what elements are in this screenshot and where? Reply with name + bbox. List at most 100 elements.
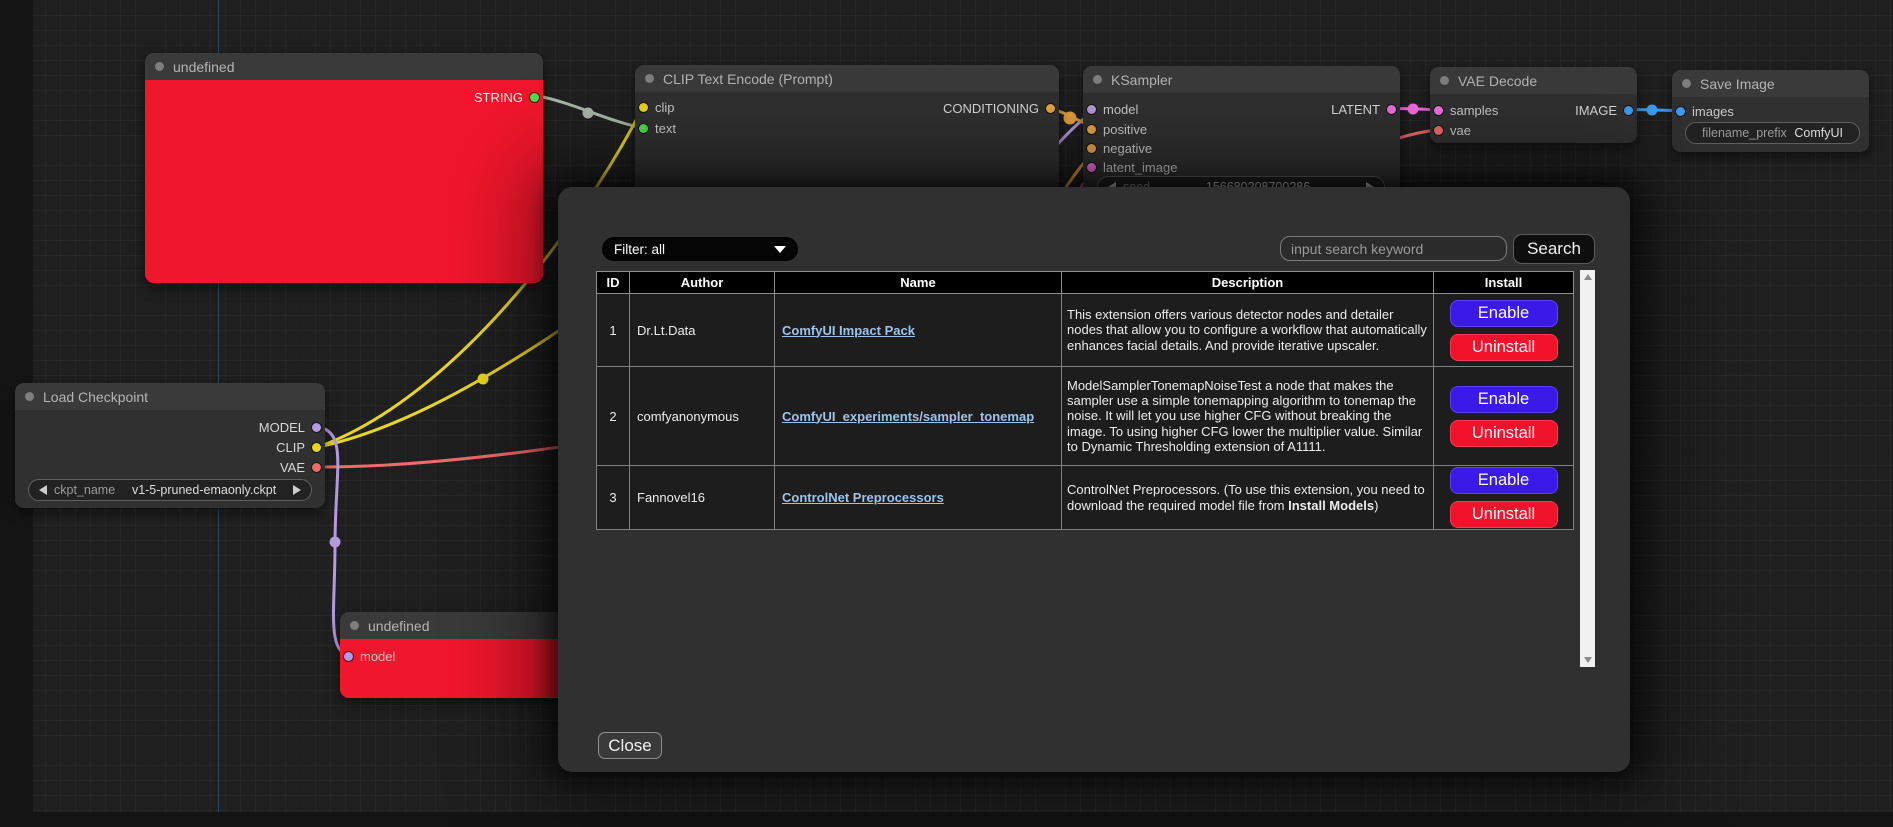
input-port-text[interactable]: text: [639, 121, 676, 135]
collapse-dot-icon[interactable]: [1682, 79, 1691, 88]
output-port-image[interactable]: IMAGE: [1575, 103, 1633, 117]
port-label: CONDITIONING: [943, 101, 1039, 116]
port-label: STRING: [474, 90, 523, 105]
input-port-model[interactable]: model: [1087, 102, 1138, 116]
output-port-latent[interactable]: LATENT: [1331, 102, 1396, 116]
latent-port-dot-icon[interactable]: [1087, 163, 1096, 172]
column-header-install: Install: [1434, 272, 1574, 294]
output-port-clip[interactable]: CLIP: [276, 440, 321, 454]
node-title: Save Image: [1700, 76, 1775, 92]
port-label: samples: [1450, 103, 1498, 118]
column-header-description: Description: [1062, 272, 1434, 294]
increment-arrow-icon[interactable]: [293, 485, 301, 495]
input-port-negative[interactable]: negative: [1087, 141, 1152, 155]
search-button[interactable]: Search: [1513, 234, 1595, 264]
filter-select-value: Filter: all: [614, 242, 665, 257]
node-vae-decode[interactable]: VAE Decode samples vae IMAGE: [1430, 67, 1637, 143]
port-label: positive: [1103, 122, 1147, 137]
latent-port-dot-icon[interactable]: [1434, 106, 1443, 115]
node-title-bar[interactable]: VAE Decode: [1430, 67, 1637, 94]
extension-table: IDAuthorNameDescriptionInstall 1Dr.Lt.Da…: [596, 271, 1574, 530]
string-port-dot-icon[interactable]: [530, 93, 539, 102]
enable-button[interactable]: Enable: [1450, 300, 1558, 327]
filename-prefix-widget[interactable]: filename_prefix ComfyUI: [1685, 122, 1860, 144]
scroll-up-arrow-icon[interactable]: [1584, 274, 1592, 280]
input-port-clip[interactable]: clip: [639, 100, 675, 114]
uninstall-button[interactable]: Uninstall: [1450, 501, 1558, 528]
model-port-dot-icon[interactable]: [312, 423, 321, 432]
port-label: IMAGE: [1575, 103, 1617, 118]
column-header-author: Author: [630, 272, 775, 294]
input-port-positive[interactable]: positive: [1087, 122, 1147, 136]
output-port-string[interactable]: STRING: [474, 90, 539, 104]
uninstall-button[interactable]: Uninstall: [1450, 334, 1558, 361]
scroll-down-arrow-icon[interactable]: [1584, 657, 1592, 663]
cell-author: Fannovel16: [630, 466, 775, 530]
ckpt-name-widget[interactable]: ckpt_name v1-5-pruned-emaonly.ckpt: [28, 479, 312, 501]
widget-value[interactable]: v1-5-pruned-emaonly.ckpt: [132, 483, 276, 497]
enable-button[interactable]: Enable: [1450, 386, 1558, 413]
collapse-dot-icon[interactable]: [645, 74, 654, 83]
table-scrollbar[interactable]: [1580, 270, 1595, 667]
input-port-samples[interactable]: samples: [1434, 103, 1498, 117]
extension-link[interactable]: ControlNet Preprocessors: [782, 490, 944, 505]
clip-port-dot-icon[interactable]: [639, 103, 648, 112]
collapse-dot-icon[interactable]: [1440, 76, 1449, 85]
node-body: samples vae IMAGE: [1430, 94, 1637, 143]
search-input[interactable]: [1280, 236, 1507, 261]
latent-port-dot-icon[interactable]: [1387, 105, 1396, 114]
node-title-bar[interactable]: CLIP Text Encode (Prompt): [635, 65, 1059, 92]
filter-select[interactable]: Filter: all: [602, 237, 798, 261]
cell-id: 2: [597, 367, 630, 466]
conditioning-port-dot-icon[interactable]: [1087, 144, 1096, 153]
output-port-model[interactable]: MODEL: [259, 420, 321, 434]
vae-port-dot-icon[interactable]: [312, 463, 321, 472]
cell-name: ComfyUI_experiments/sampler_tonemap: [775, 367, 1062, 466]
uninstall-button[interactable]: Uninstall: [1450, 420, 1558, 447]
input-port-latent-image[interactable]: latent_image: [1087, 160, 1177, 174]
extension-link[interactable]: ComfyUI Impact Pack: [782, 323, 915, 338]
description-text: ModelSamplerTonemapNoiseTest a node that…: [1067, 378, 1422, 454]
extension-link[interactable]: ComfyUI_experiments/sampler_tonemap: [782, 409, 1034, 424]
model-port-dot-icon[interactable]: [344, 652, 353, 661]
node-title-bar[interactable]: KSampler: [1083, 66, 1400, 93]
input-port-model[interactable]: model: [344, 649, 395, 663]
widget-label: filename_prefix: [1702, 126, 1787, 140]
widget-label: ckpt_name: [54, 483, 115, 497]
node-body: MODEL CLIP VAE ckpt_name v1-5-pruned-ema…: [15, 410, 325, 508]
clip-port-dot-icon[interactable]: [312, 443, 321, 452]
node-body: STRING: [145, 80, 543, 283]
conditioning-port-dot-icon[interactable]: [1087, 125, 1096, 134]
port-label: MODEL: [259, 420, 305, 435]
input-port-images[interactable]: images: [1676, 104, 1734, 118]
port-label: images: [1692, 104, 1734, 119]
conditioning-port-dot-icon[interactable]: [1046, 104, 1055, 113]
cell-install: Enable Uninstall: [1434, 367, 1574, 466]
cell-author: Dr.Lt.Data: [630, 294, 775, 367]
collapse-dot-icon[interactable]: [1093, 75, 1102, 84]
widget-value[interactable]: ComfyUI: [1794, 126, 1843, 140]
output-port-vae[interactable]: VAE: [280, 460, 321, 474]
collapse-dot-icon[interactable]: [25, 392, 34, 401]
extension-table-header: IDAuthorNameDescriptionInstall: [597, 272, 1574, 294]
node-save-image[interactable]: Save Image images filename_prefix ComfyU…: [1672, 70, 1869, 152]
output-port-conditioning[interactable]: CONDITIONING: [943, 101, 1055, 115]
port-label: model: [1103, 102, 1138, 117]
node-undefined-top[interactable]: undefined STRING: [145, 53, 543, 283]
model-port-dot-icon[interactable]: [1087, 105, 1096, 114]
string-port-dot-icon[interactable]: [639, 124, 648, 133]
enable-button[interactable]: Enable: [1450, 467, 1558, 494]
node-title-bar[interactable]: Load Checkpoint: [15, 383, 325, 410]
collapse-dot-icon[interactable]: [155, 62, 164, 71]
close-button[interactable]: Close: [598, 732, 662, 759]
description-text: Install Models: [1288, 498, 1374, 513]
vae-port-dot-icon[interactable]: [1434, 126, 1443, 135]
image-port-dot-icon[interactable]: [1624, 106, 1633, 115]
node-load-checkpoint[interactable]: Load Checkpoint MODEL CLIP VAE ckpt_name…: [15, 383, 325, 508]
decrement-arrow-icon[interactable]: [39, 485, 47, 495]
input-port-vae[interactable]: vae: [1434, 123, 1471, 137]
node-title-bar[interactable]: undefined: [145, 53, 543, 80]
image-port-dot-icon[interactable]: [1676, 107, 1685, 116]
collapse-dot-icon[interactable]: [350, 621, 359, 630]
node-title-bar[interactable]: Save Image: [1672, 70, 1869, 97]
